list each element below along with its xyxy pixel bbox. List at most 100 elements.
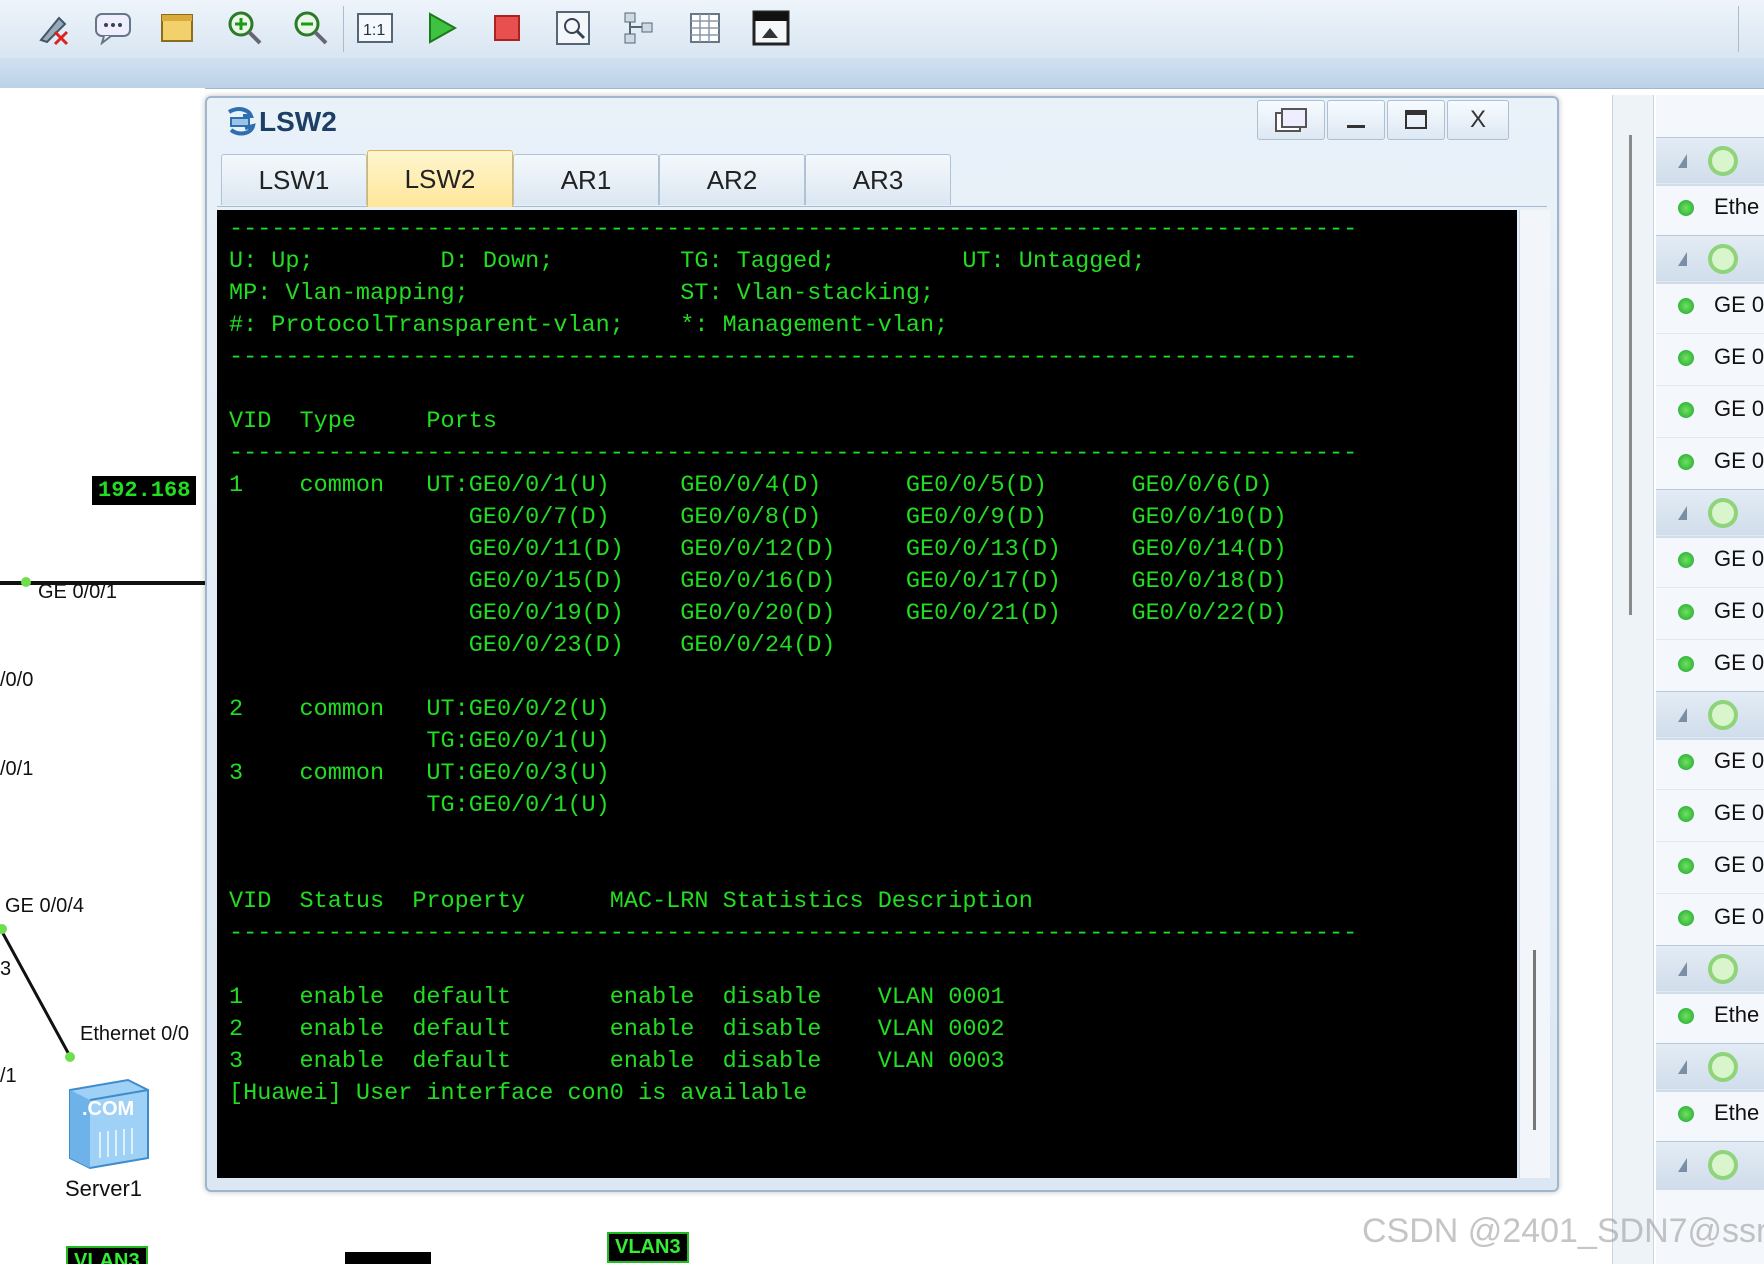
tab-lsw2[interactable]: LSW2 xyxy=(367,150,513,207)
interface-label: GE 0, xyxy=(1714,904,1764,929)
status-dot-icon xyxy=(1678,656,1694,672)
svg-text:1:1: 1:1 xyxy=(363,22,385,39)
vlan-tag[interactable]: VLAN3 xyxy=(66,1246,148,1264)
status-dot-icon xyxy=(1678,402,1694,418)
right-panel-scroll-thumb[interactable] xyxy=(1629,135,1632,615)
status-dot-icon xyxy=(1678,858,1694,874)
note-icon[interactable] xyxy=(154,6,200,50)
port-label: /0/1 xyxy=(0,758,34,780)
interface-list-item[interactable]: GE 0, xyxy=(1656,789,1764,840)
interface-list-item[interactable]: GE 0, xyxy=(1656,281,1764,332)
interface-label: Ethe xyxy=(1714,194,1760,219)
terminal-scroll-thumb[interactable] xyxy=(1533,950,1536,1130)
interface-list-item[interactable]: GE 0, xyxy=(1656,385,1764,436)
status-dot-icon xyxy=(1678,552,1694,568)
interface-label: GE 0, xyxy=(1714,800,1764,825)
device-group-header[interactable] xyxy=(1656,691,1764,740)
device-group-header[interactable] xyxy=(1656,1043,1764,1092)
tab-ar1[interactable]: AR1 xyxy=(513,154,659,205)
status-dot-icon xyxy=(1678,200,1694,216)
interface-list-item[interactable]: Ethe xyxy=(1656,183,1764,234)
interface-list-item[interactable]: GE 0, xyxy=(1656,437,1764,488)
interface-list-item[interactable]: GE 0, xyxy=(1656,841,1764,892)
interface-label: GE 0, xyxy=(1714,598,1764,623)
interface-list-item[interactable]: Ethe xyxy=(1656,1089,1764,1140)
expand-triangle-icon[interactable] xyxy=(1678,1158,1687,1172)
toolbar-separator xyxy=(1738,6,1739,52)
topology-canvas[interactable]: 192.168 GE 0/0/1 /0/0 /0/1 GE 0/0/4 3 Et… xyxy=(0,88,205,1264)
terminal-scrollbar[interactable] xyxy=(1519,210,1550,1178)
expand-triangle-icon[interactable] xyxy=(1678,252,1687,266)
interface-list-item[interactable]: GE 0, xyxy=(1656,587,1764,638)
expand-triangle-icon[interactable] xyxy=(1678,1060,1687,1074)
interface-label: GE 0, xyxy=(1714,748,1764,773)
interface-label: GE 0, xyxy=(1714,344,1764,369)
close-button[interactable]: X xyxy=(1447,100,1509,140)
topology-link-stub xyxy=(345,1252,431,1264)
status-dot-icon xyxy=(1678,1106,1694,1122)
fit-icon[interactable]: 1:1 xyxy=(352,6,398,50)
stop-icon[interactable] xyxy=(484,6,530,50)
comment-icon[interactable] xyxy=(90,6,136,50)
tab-ar3[interactable]: AR3 xyxy=(805,154,951,205)
tab-ar2[interactable]: AR2 xyxy=(659,154,805,205)
port-label: GE 0/0/1 xyxy=(38,581,117,603)
interface-label: GE 0, xyxy=(1714,292,1764,317)
interface-label: Ethe xyxy=(1714,1002,1760,1027)
expand-triangle-icon[interactable] xyxy=(1678,506,1687,520)
console-window[interactable]: LSW2 X LSW1 LSW2 AR1 AR2 AR3 -----------… xyxy=(205,96,1559,1192)
remove-link-icon[interactable] xyxy=(30,6,76,50)
device-group-header[interactable] xyxy=(1656,489,1764,538)
interface-label: GE 0, xyxy=(1714,448,1764,473)
device-group-header[interactable] xyxy=(1656,945,1764,994)
device-tab-row: LSW1 LSW2 AR1 AR2 AR3 xyxy=(217,150,1547,207)
expand-triangle-icon[interactable] xyxy=(1678,962,1687,976)
device-group-header[interactable] xyxy=(1656,137,1764,186)
interface-list-item[interactable]: GE 0, xyxy=(1656,333,1764,384)
maximize-button[interactable] xyxy=(1387,100,1445,140)
zoom-in-icon[interactable] xyxy=(222,6,268,50)
grid-icon[interactable] xyxy=(682,6,728,50)
capture-icon[interactable] xyxy=(550,6,596,50)
device-status-icon xyxy=(1708,244,1738,274)
terminal-output[interactable]: ----------------------------------------… xyxy=(217,210,1517,1178)
restore-layout-button[interactable] xyxy=(1257,100,1325,140)
expand-triangle-icon[interactable] xyxy=(1678,154,1687,168)
status-dot-icon xyxy=(1678,806,1694,822)
main-toolbar: 1:1 xyxy=(0,0,1764,59)
interface-list-item[interactable]: GE 0, xyxy=(1656,535,1764,586)
console-icon[interactable] xyxy=(748,6,794,50)
interface-list-panel: Ethe GE 0, GE 0, GE 0, GE 0, GE 0, GE 0, GE 0, G… xyxy=(1656,95,1764,1264)
device-status-icon xyxy=(1708,700,1738,730)
status-dot-icon xyxy=(1678,298,1694,314)
device-status-icon xyxy=(1708,498,1738,528)
window-title: LSW2 xyxy=(259,106,337,137)
device-status-icon xyxy=(1708,1150,1738,1180)
status-dot-icon xyxy=(1678,754,1694,770)
play-icon[interactable] xyxy=(418,6,464,50)
server-icon[interactable]: .COM xyxy=(66,1078,150,1170)
status-dot-icon xyxy=(1678,1008,1694,1024)
device-group-header[interactable] xyxy=(1656,1141,1764,1190)
interface-list-item[interactable]: Ethe xyxy=(1656,991,1764,1042)
port-label: /0/0 xyxy=(0,669,34,691)
vlan-tag[interactable]: VLAN3 xyxy=(607,1232,689,1263)
right-panel-scrollbar[interactable] xyxy=(1612,95,1654,1264)
expand-triangle-icon[interactable] xyxy=(1678,708,1687,722)
tab-lsw1[interactable]: LSW1 xyxy=(221,154,367,205)
topology-icon[interactable] xyxy=(616,6,662,50)
port-label: GE 0/0/4 xyxy=(5,895,84,917)
server-label[interactable]: Server1 xyxy=(65,1176,142,1202)
server-icon-text: .COM xyxy=(82,1098,135,1120)
device-group-header[interactable] xyxy=(1656,235,1764,284)
status-dot-icon xyxy=(1678,604,1694,620)
zoom-out-icon[interactable] xyxy=(288,6,334,50)
minimize-button[interactable] xyxy=(1327,100,1385,140)
interface-list-item[interactable]: GE 0, xyxy=(1656,639,1764,690)
interface-label: GE 0, xyxy=(1714,852,1764,877)
interface-list-item[interactable]: GE 0, xyxy=(1656,737,1764,788)
window-title-bar[interactable]: LSW2 X xyxy=(207,98,1557,148)
device-status-icon xyxy=(1708,954,1738,984)
interface-list-item[interactable]: GE 0, xyxy=(1656,893,1764,944)
port-label: Ethernet 0/0 xyxy=(80,1023,189,1045)
